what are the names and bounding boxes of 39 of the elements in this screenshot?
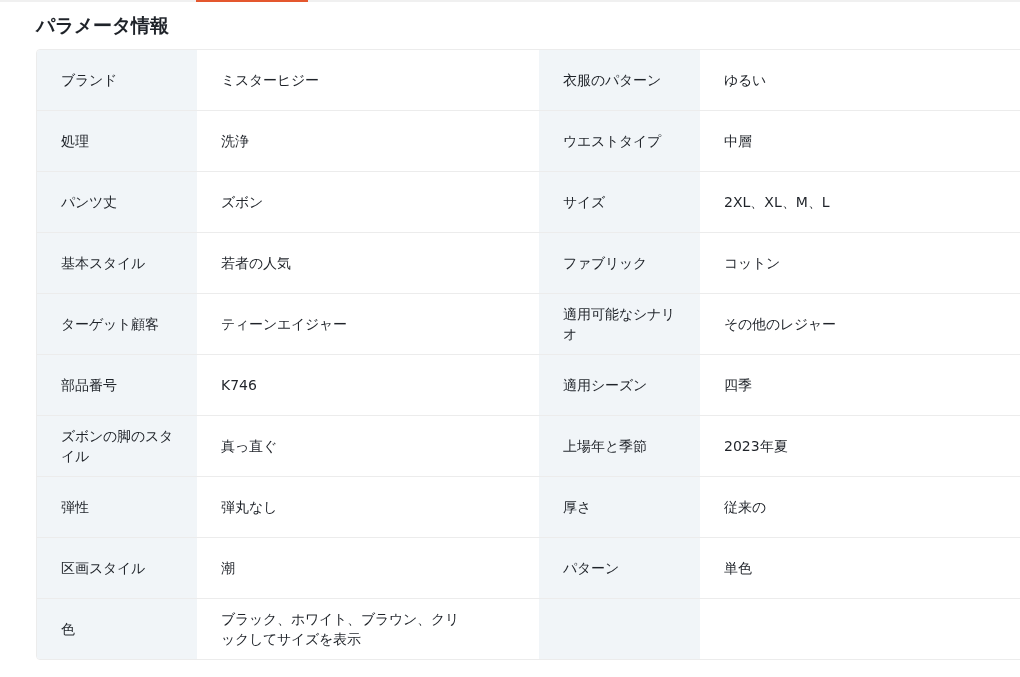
parameter-label: ウエストタイプ [563, 132, 661, 151]
parameter-label: 色 [61, 620, 75, 639]
parameter-label: 適用シーズン [563, 376, 647, 395]
parameter-value: 潮 [221, 559, 235, 578]
parameter-label: 部品番号 [61, 376, 117, 395]
parameter-label: 弾性 [61, 498, 89, 517]
parameter-value: 真っ直ぐ [221, 437, 277, 456]
parameter-value: 中層 [724, 132, 752, 151]
section-title: パラメータ情報 [34, 12, 170, 38]
parameter-label: パンツ丈 [61, 193, 117, 212]
parameter-value: ティーンエイジャー [221, 315, 347, 334]
parameter-label: 処理 [61, 132, 89, 151]
parameter-label: ズボンの脚のスタイル [61, 427, 173, 466]
parameter-value: K746 [221, 376, 257, 395]
parameter-label: 上場年と季節 [563, 437, 647, 456]
parameter-label: 衣服のパターン [563, 71, 661, 90]
parameter-value: 弾丸なし [221, 498, 277, 517]
parameter-label: 適用可能なシナリオ [563, 305, 676, 344]
parameter-label: ブランド [61, 71, 117, 90]
parameter-value: 従来の [724, 498, 766, 517]
parameter-value: 2023年夏 [724, 437, 788, 456]
parameter-value: その他のレジャー [724, 315, 836, 334]
parameter-value: ブラック、ホワイト、ブラウン、クリックしてサイズを表示 [221, 610, 460, 649]
parameter-value: 単色 [724, 559, 752, 578]
parameter-value: コットン [724, 254, 780, 273]
parameter-label: サイズ [563, 193, 605, 212]
parameter-label: ファブリック [563, 254, 647, 273]
parameter-value: 洗浄 [221, 132, 249, 151]
parameter-label: 区画スタイル [61, 559, 145, 578]
parameter-value: 四季 [724, 376, 752, 395]
parameter-label: ターゲット顧客 [61, 315, 159, 334]
parameter-value: ゆるい [724, 71, 766, 90]
parameter-label: 厚さ [563, 498, 591, 517]
parameter-label: 基本スタイル [61, 254, 145, 273]
parameter-label: パターン [563, 559, 619, 578]
parameter-value: ズボン [221, 193, 263, 212]
parameter-value: ミスターヒジー [221, 71, 319, 90]
parameter-value: 若者の人気 [221, 254, 291, 273]
parameter-value: 2XL、XL、M、L [724, 193, 830, 212]
